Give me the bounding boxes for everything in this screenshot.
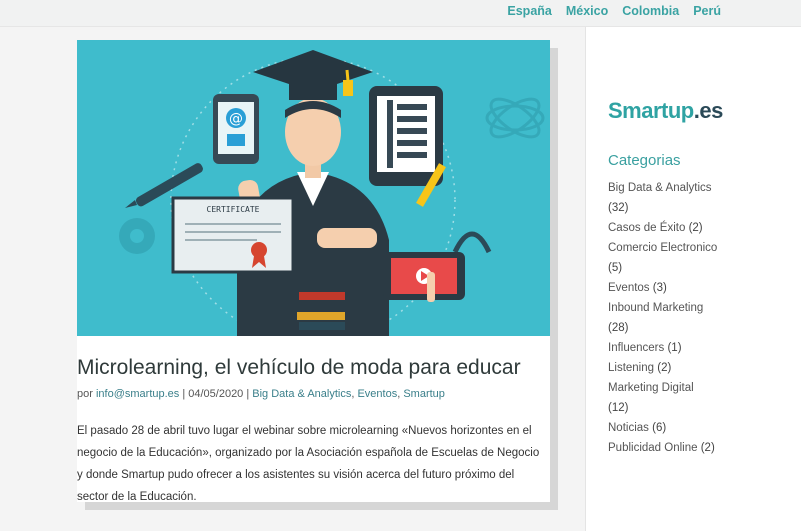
- hero-illustration[interactable]: @ CERTIFICATE: [77, 40, 550, 336]
- category-item: Marketing Digital (12): [608, 378, 788, 418]
- video-player-icon: [383, 252, 465, 302]
- category-item: Big Data & Analytics (32): [608, 178, 788, 218]
- category-count: (5): [608, 262, 623, 274]
- category-link[interactable]: Big Data & Analytics: [608, 182, 712, 194]
- category-link[interactable]: Comercio Electronico: [608, 242, 717, 254]
- category-item: Eventos (3): [608, 278, 788, 298]
- post-card: @ CERTIFICATE Microlearning, el vehículo…: [77, 40, 550, 503]
- category-link[interactable]: Listening: [608, 362, 654, 374]
- svg-text:@: @: [229, 111, 243, 127]
- author-link[interactable]: info@smartup.es: [96, 388, 179, 400]
- post-excerpt: El pasado 28 de abril tuvo lugar el webi…: [77, 425, 540, 503]
- category-link[interactable]: Eventos: [608, 282, 650, 294]
- nav-mexico[interactable]: México: [566, 4, 608, 18]
- category-count: (2): [688, 222, 703, 234]
- site-logo[interactable]: Smartup.es: [608, 98, 723, 124]
- category-link[interactable]: Influencers: [608, 342, 664, 354]
- country-nav: España México Colombia Perú: [507, 4, 721, 18]
- gear-icon: [119, 218, 155, 254]
- category-item: Publicidad Online (2): [608, 438, 788, 458]
- category-count: (6): [652, 422, 667, 434]
- tablet-icon: [369, 86, 443, 186]
- category-link-eventos[interactable]: Eventos: [357, 388, 397, 400]
- category-item: Casos de Éxito (2): [608, 218, 788, 238]
- categories-title: Categorias: [608, 152, 681, 169]
- category-count: (28): [608, 322, 629, 334]
- top-bar: España México Colombia Perú: [0, 0, 801, 27]
- category-link-smartup[interactable]: Smartup: [403, 388, 445, 400]
- nav-espana[interactable]: España: [507, 4, 551, 18]
- phone-icon: @: [213, 94, 259, 164]
- meta-prefix: por: [77, 388, 96, 400]
- category-item: Comercio Electronico (5): [608, 238, 788, 278]
- category-link[interactable]: Marketing Digital: [608, 382, 694, 394]
- post-title[interactable]: Microlearning, el vehículo de moda para …: [77, 356, 550, 380]
- nav-colombia[interactable]: Colombia: [622, 4, 679, 18]
- category-item: Inbound Marketing (28): [608, 298, 788, 338]
- logo-text-main: Smartup: [608, 98, 694, 123]
- category-item: Noticias (6): [608, 418, 788, 438]
- category-count: (12): [608, 402, 629, 414]
- logo-text-tld: .es: [693, 98, 724, 123]
- category-count: (32): [608, 202, 629, 214]
- category-item: Listening (2): [608, 358, 788, 378]
- category-count: (1): [667, 342, 682, 354]
- nav-peru[interactable]: Perú: [693, 4, 721, 18]
- svg-text:CERTIFICATE: CERTIFICATE: [207, 205, 260, 214]
- certificate-icon: CERTIFICATE: [171, 196, 295, 274]
- category-link[interactable]: Casos de Éxito: [608, 222, 685, 234]
- category-link[interactable]: Inbound Marketing: [608, 302, 703, 314]
- category-count: (2): [657, 362, 672, 374]
- category-link[interactable]: Noticias: [608, 422, 649, 434]
- category-count: (2): [700, 442, 715, 454]
- category-item: Influencers (1): [608, 338, 788, 358]
- category-count: (3): [652, 282, 667, 294]
- category-link-big-data[interactable]: Big Data & Analytics: [252, 388, 351, 400]
- categories-list: Big Data & Analytics (32) Casos de Éxito (…: [608, 178, 788, 458]
- post-date: | 04/05/2020 |: [179, 388, 253, 400]
- category-link[interactable]: Publicidad Online: [608, 442, 698, 454]
- post-meta: por info@smartup.es | 04/05/2020 | Big D…: [77, 388, 445, 400]
